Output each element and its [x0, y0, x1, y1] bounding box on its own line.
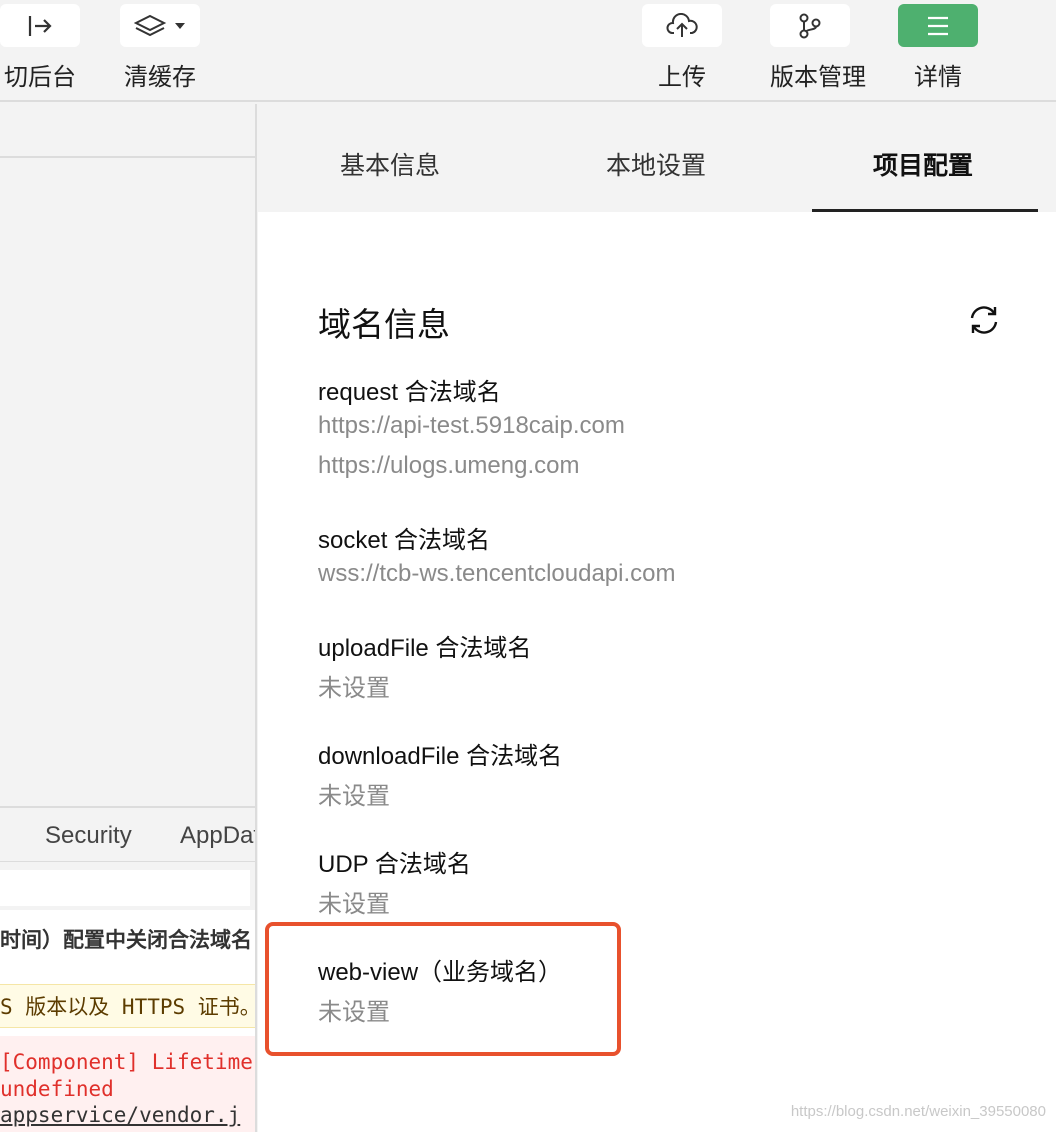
request-domain-value: https://ulogs.umeng.com	[318, 452, 580, 479]
version-management-tool[interactable]: 版本管理	[770, 4, 866, 92]
console-source-link[interactable]: appservice/vendor.j	[0, 1103, 255, 1127]
upload-tool[interactable]: 上传	[642, 4, 722, 92]
socket-domain-label: socket 合法域名	[318, 527, 491, 554]
section-title: 域名信息	[318, 305, 450, 344]
console-error-line: [Component] Lifetime	[0, 1050, 253, 1074]
udp-domain-label: UDP 合法域名	[318, 851, 471, 878]
left-top-strip	[0, 104, 255, 158]
tab-local-settings[interactable]: 本地设置	[606, 146, 706, 182]
devtools-tabbar: Security AppDat	[0, 806, 255, 862]
git-branch-icon	[799, 13, 821, 38]
tab-basic-info[interactable]: 基本信息	[340, 146, 440, 182]
active-tab-indicator	[812, 209, 1038, 212]
downloadfile-domain-label: downloadFile 合法域名	[318, 743, 563, 770]
request-domain-value: https://api-test.5918caip.com	[318, 412, 625, 439]
layers-icon	[134, 14, 167, 36]
refresh-icon[interactable]	[968, 304, 1000, 336]
uploadfile-domain-value: 未设置	[318, 675, 390, 702]
clear-cache-tool[interactable]: 清缓存	[120, 4, 200, 92]
details-label: 详情	[914, 63, 962, 91]
webview-highlight-box	[265, 922, 621, 1056]
udp-domain-value: 未设置	[318, 891, 390, 918]
clear-cache-label: 清缓存	[124, 63, 196, 91]
switch-background-button[interactable]	[0, 4, 80, 47]
console-filter-input[interactable]	[0, 870, 250, 906]
version-management-button[interactable]	[770, 4, 850, 47]
clear-cache-button[interactable]	[120, 4, 200, 47]
upload-button[interactable]	[642, 4, 722, 47]
devtools-window: 切后台 清缓存 上传 版本管理 详情 Security AppDat 时间）配置…	[0, 0, 1056, 1132]
console-line: 时间）配置中关闭合法域名	[0, 928, 252, 952]
uploadfile-domain-label: uploadFile 合法域名	[318, 635, 532, 662]
request-domain-label: request 合法域名	[318, 379, 501, 406]
left-pane: Security AppDat 时间）配置中关闭合法域名 S 版本以及 HTTP…	[0, 104, 257, 1132]
switch-background-icon	[28, 15, 52, 36]
chevron-down-icon	[175, 22, 185, 29]
switch-background-tool[interactable]: 切后台	[0, 4, 80, 92]
tab-appdata[interactable]: AppDat	[180, 822, 255, 850]
switch-background-label: 切后台	[4, 63, 76, 91]
menu-icon	[928, 16, 948, 35]
console-panel: 时间）配置中关闭合法域名 S 版本以及 HTTPS 证书。 [Component…	[0, 910, 255, 1132]
tab-project-config[interactable]: 项目配置	[873, 146, 973, 182]
console-warning-line: S 版本以及 HTTPS 证书。	[0, 984, 255, 1028]
toolbar: 切后台 清缓存 上传 版本管理 详情	[0, 0, 1056, 102]
downloadfile-domain-value: 未设置	[318, 783, 390, 810]
tab-security[interactable]: Security	[45, 822, 132, 850]
version-management-label: 版本管理	[770, 63, 866, 91]
upload-label: 上传	[658, 63, 706, 91]
socket-domain-value: wss://tcb-ws.tencentcloudapi.com	[318, 560, 676, 587]
details-tabbar: 基本信息 本地设置 项目配置	[258, 104, 1056, 212]
console-error-line: undefined	[0, 1077, 114, 1101]
details-panel: 基本信息 本地设置 项目配置 域名信息 request 合法域名 https:/…	[258, 104, 1056, 1132]
cloud-upload-icon	[666, 12, 698, 37]
watermark: https://blog.csdn.net/weixin_39550080	[790, 1103, 1046, 1120]
details-button[interactable]	[898, 4, 978, 47]
details-tool[interactable]: 详情	[898, 4, 978, 92]
